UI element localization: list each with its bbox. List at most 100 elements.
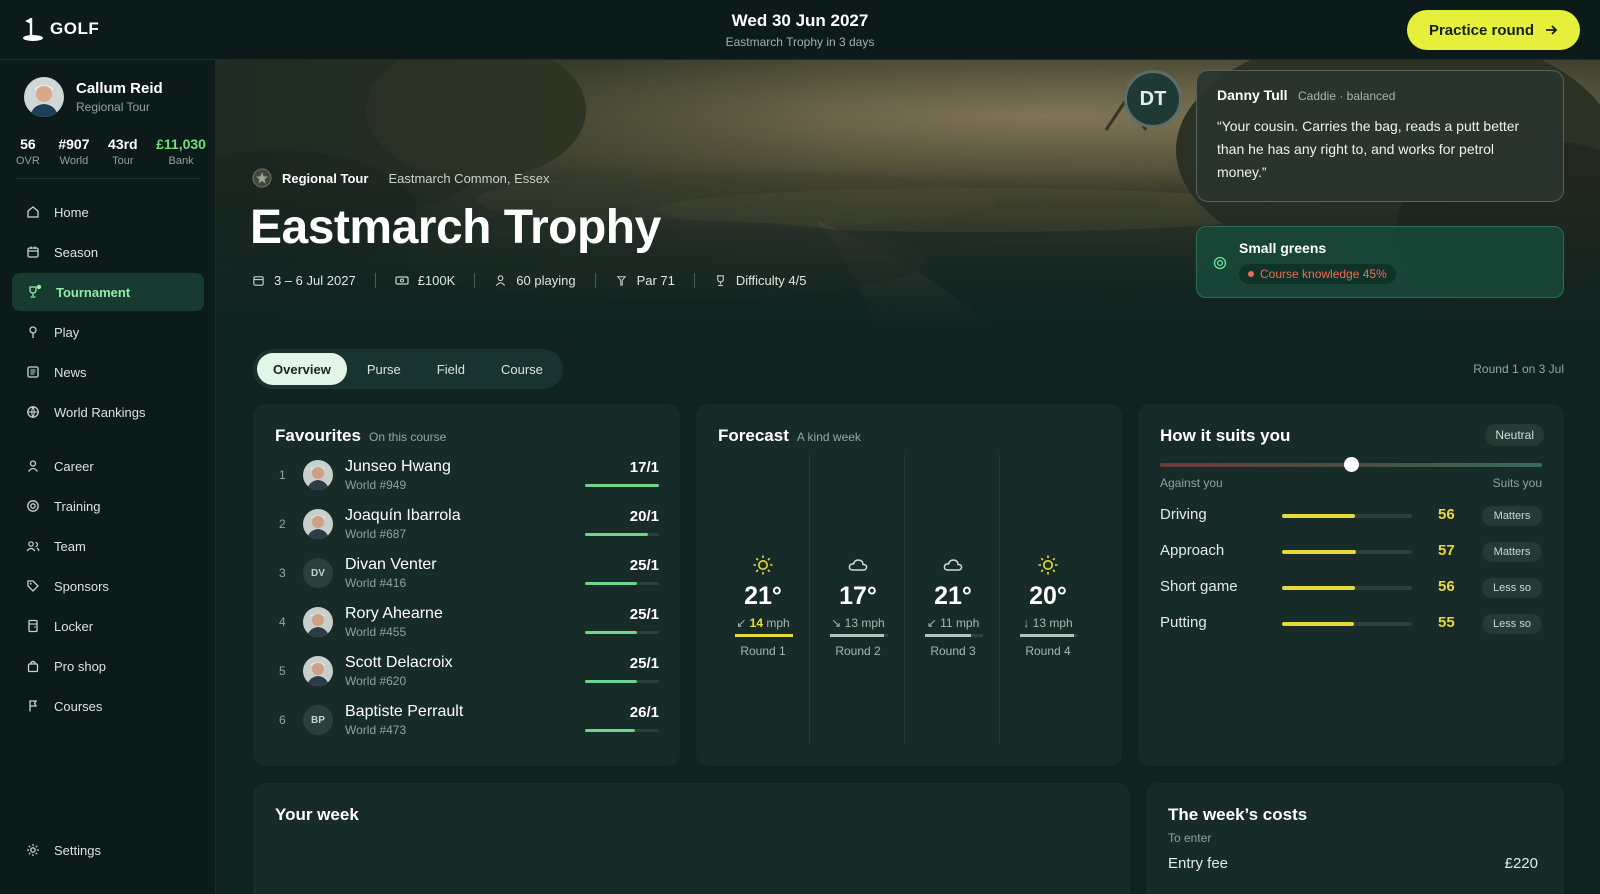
player-odds: 26/1 bbox=[629, 704, 659, 721]
wind-bar-fill bbox=[925, 634, 971, 637]
caddie-name: Danny Tull bbox=[1217, 87, 1288, 103]
sidebar-item-label: Career bbox=[54, 458, 94, 474]
forecast-round-4: 20° ↓ 13 mph Round 4 bbox=[1000, 454, 1096, 744]
your-week-card: Your week bbox=[253, 783, 1130, 894]
calendar-icon bbox=[253, 276, 264, 286]
forecast-card: Forecast A kind week 21° ↙ 14 mph Round 1 17… bbox=[696, 404, 1122, 766]
page-title: Eastmarch Trophy bbox=[250, 201, 661, 254]
sun-icon bbox=[753, 555, 773, 575]
sidebar-item-home[interactable]: Home bbox=[12, 193, 204, 231]
odds-bar-fill bbox=[585, 631, 637, 634]
sidebar-item-tournament[interactable]: Tournament bbox=[12, 273, 204, 311]
favourite-row[interactable]: 4 Rory Ahearne World #455 25/1 bbox=[275, 601, 659, 649]
attribute-bar-fill bbox=[1282, 586, 1355, 590]
nav-footer: Settings bbox=[12, 831, 204, 871]
practice-round-button[interactable]: Practice round bbox=[1406, 10, 1580, 50]
odds-bar bbox=[585, 729, 659, 732]
odds-bar bbox=[585, 680, 659, 683]
tab-overview[interactable]: Overview bbox=[257, 353, 347, 385]
cost-label: Entry fee bbox=[1168, 855, 1229, 872]
player-world-rank: World #455 bbox=[345, 625, 407, 639]
sidebar-item-training[interactable]: Training bbox=[12, 487, 204, 525]
weather-icon bbox=[715, 554, 811, 581]
player-avatar bbox=[24, 77, 64, 117]
user-icon bbox=[27, 460, 39, 472]
sidebar-item-season[interactable]: Season bbox=[12, 233, 204, 271]
tab-course[interactable]: Course bbox=[485, 353, 559, 385]
sidebar: Callum Reid Regional Tour 56 OVR #907 Wo… bbox=[0, 60, 216, 894]
odds-bar bbox=[585, 484, 659, 487]
sidebar-item-locker[interactable]: Locker bbox=[12, 607, 204, 645]
locker-icon bbox=[28, 619, 38, 633]
target-icon bbox=[1213, 256, 1227, 270]
attribute-row-putting: Putting 55 Less so bbox=[1160, 612, 1542, 636]
sidebar-item-news[interactable]: News bbox=[12, 353, 204, 391]
wind-bar bbox=[735, 634, 793, 637]
sidebar-item-world-rankings[interactable]: World Rankings bbox=[12, 393, 204, 431]
tab-purse[interactable]: Purse bbox=[351, 353, 417, 385]
attribute-row-short-game: Short game 56 Less so bbox=[1160, 576, 1542, 600]
player-name: Scott Delacroix bbox=[345, 654, 453, 671]
suitability-marker bbox=[1344, 457, 1359, 472]
scale-right-label: Suits you bbox=[1492, 476, 1542, 490]
target-icon bbox=[27, 500, 39, 512]
player-avatar bbox=[303, 607, 333, 637]
favourite-rank: 1 bbox=[279, 468, 286, 482]
costs-subtitle: To enter bbox=[1168, 831, 1212, 845]
forecast-round-1: 21° ↙ 14 mph Round 1 bbox=[715, 454, 811, 744]
tab-field[interactable]: Field bbox=[421, 353, 481, 385]
player-portrait-icon bbox=[303, 607, 333, 637]
player-name: Rory Ahearne bbox=[345, 605, 443, 622]
suits-title: How it suits you bbox=[1160, 426, 1291, 445]
sidebar-item-sponsors[interactable]: Sponsors bbox=[12, 567, 204, 605]
tournament-tabs: Overview Purse Field Course bbox=[253, 349, 563, 389]
caddie-avatar[interactable]: DT bbox=[1124, 70, 1182, 128]
sidebar-item-play[interactable]: Play bbox=[12, 313, 204, 351]
favourite-rank: 3 bbox=[279, 566, 286, 580]
sidebar-item-label: Tournament bbox=[56, 284, 131, 300]
favourites-title: Favourites bbox=[275, 426, 361, 445]
trophy-icon bbox=[717, 275, 724, 286]
breadcrumb: Regional Tour Eastmarch Common, Essex bbox=[252, 168, 550, 188]
card-title: Forecast A kind week bbox=[718, 426, 861, 446]
attribute-bar-fill bbox=[1282, 514, 1355, 518]
forecast-round-label: Round 4 bbox=[1025, 644, 1071, 658]
forecast-divider bbox=[809, 454, 810, 744]
wind-unit: mph bbox=[861, 616, 885, 630]
player-avatar: DV bbox=[303, 558, 333, 588]
meta-difficulty-text: Difficulty 4/5 bbox=[735, 273, 807, 288]
sidebar-item-pro-shop[interactable]: Pro shop bbox=[12, 647, 204, 685]
sidebar-item-courses[interactable]: Courses bbox=[12, 687, 204, 725]
favourite-row[interactable]: 6 BP Baptiste Perrault World #473 26/1 bbox=[275, 699, 659, 747]
player-avatar bbox=[303, 656, 333, 686]
attribute-bar bbox=[1282, 622, 1412, 626]
weather-icon bbox=[1000, 554, 1096, 581]
sidebar-item-career[interactable]: Career bbox=[12, 447, 204, 485]
favourite-row[interactable]: 5 Scott Delacroix World #620 25/1 bbox=[275, 650, 659, 698]
favourite-row[interactable]: 1 Junseo Hwang World #949 17/1 bbox=[275, 454, 659, 502]
bag-icon bbox=[27, 660, 39, 673]
arrow-right-icon bbox=[1546, 25, 1558, 35]
caddie-role: Caddie · balanced bbox=[1297, 89, 1396, 103]
sidebar-item-label: Home bbox=[54, 204, 89, 220]
team-icon bbox=[26, 541, 40, 552]
suitability-scale bbox=[1160, 457, 1542, 472]
sidebar-item-label: Locker bbox=[54, 618, 94, 634]
sidebar-item-label: Season bbox=[54, 244, 99, 260]
favourite-rank: 2 bbox=[279, 517, 286, 531]
next-event-countdown: Eastmarch Trophy in 3 days bbox=[725, 35, 875, 49]
player-name: Divan Venter bbox=[345, 556, 437, 573]
current-date: Wed 30 Jun 2027 bbox=[731, 11, 869, 30]
favourite-row[interactable]: 3 DV Divan Venter World #416 25/1 bbox=[275, 552, 659, 600]
sidebar-item-team[interactable]: Team bbox=[12, 527, 204, 565]
wind-bar-fill bbox=[735, 634, 793, 637]
breadcrumb-tour[interactable]: Regional Tour bbox=[282, 171, 368, 186]
sidebar-item-settings[interactable]: Settings bbox=[12, 831, 204, 869]
globe-icon bbox=[27, 406, 39, 419]
favourite-row[interactable]: 2 Joaquín Ibarrola World #687 20/1 bbox=[275, 503, 659, 551]
odds-bar bbox=[585, 631, 659, 634]
cloud-icon bbox=[848, 559, 868, 571]
player-world-rank: World #620 bbox=[345, 674, 407, 688]
gear-icon bbox=[27, 844, 39, 856]
player-profile[interactable]: Callum Reid Regional Tour bbox=[24, 77, 163, 117]
